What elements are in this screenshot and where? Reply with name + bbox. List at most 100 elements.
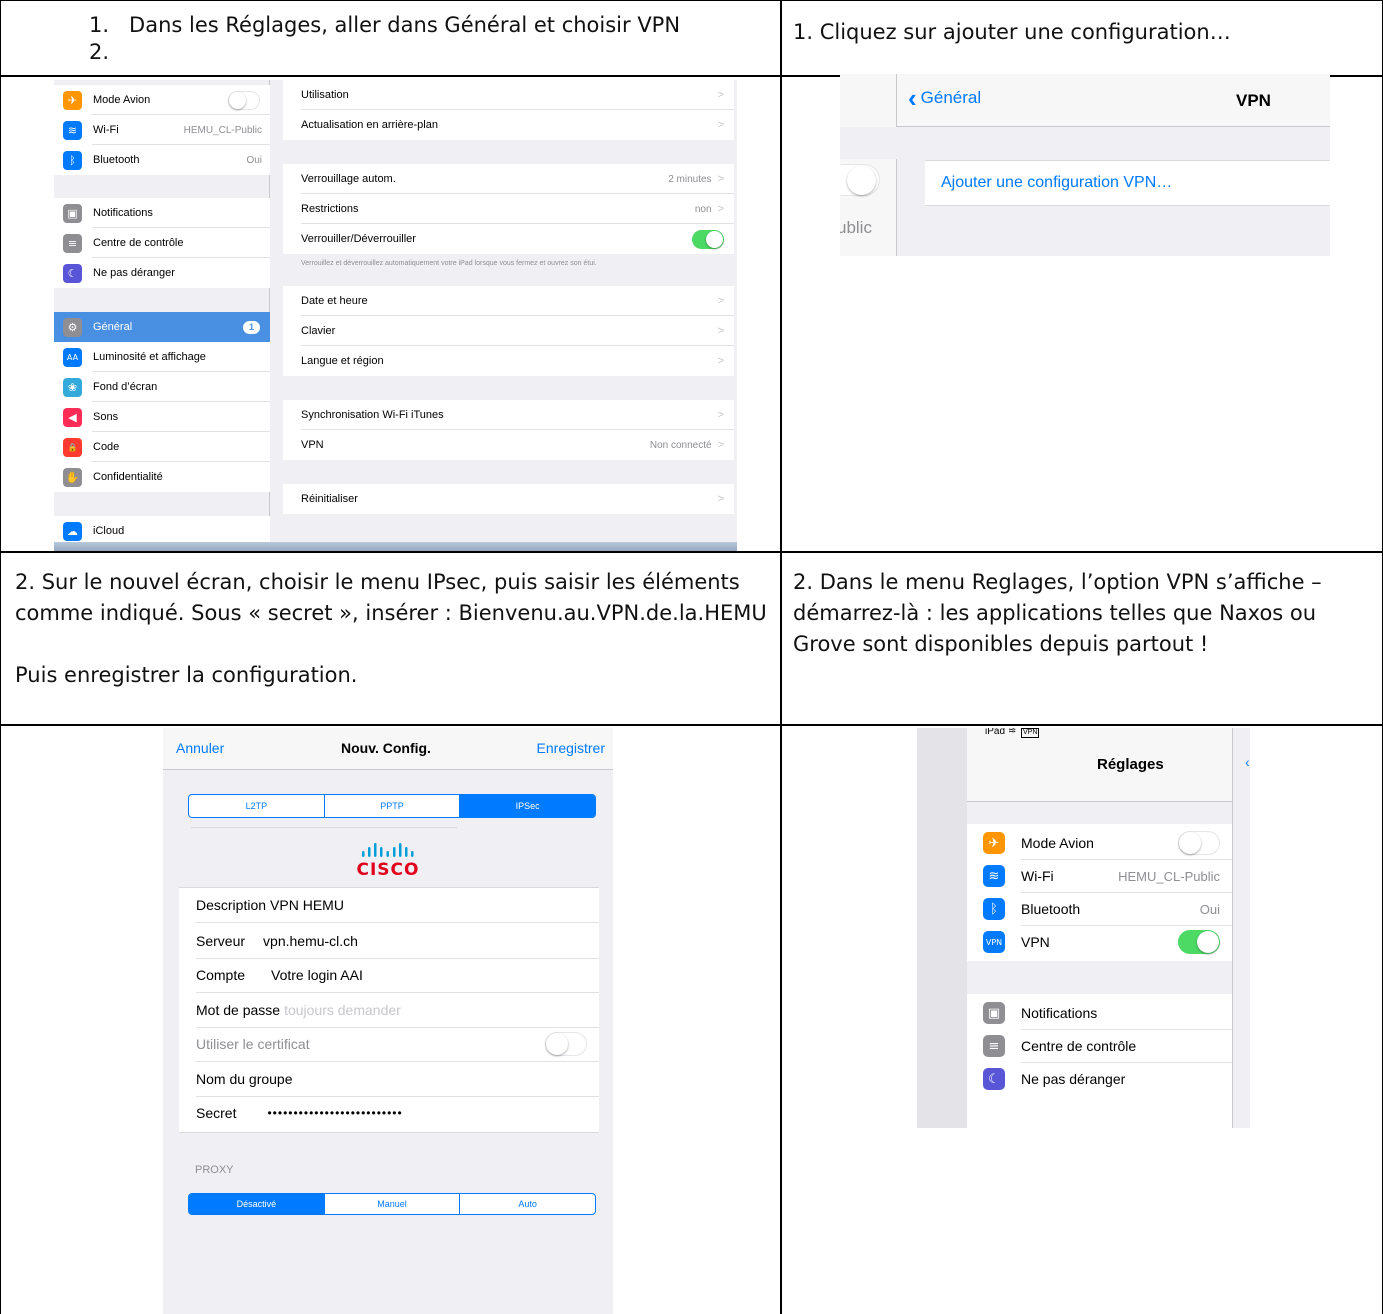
sidebar-item-mode-avion[interactable]: ✈ Mode Avion [54, 85, 270, 115]
caption-ipsec-instructions: 2. Sur le nouvel écran, choisir le menu … [15, 570, 767, 625]
sidebar-item-label: Sons [93, 411, 119, 423]
vpn-icon: VPN [983, 931, 1005, 953]
settings-row-utilisation[interactable]: Utilisation > [283, 80, 734, 110]
row-label: Verrouiller/Déverrouiller [301, 233, 416, 245]
field-utiliser-le-certificat[interactable]: Utiliser le certificat [179, 1027, 599, 1061]
sidebar-item-centre-de-controle[interactable]: ≡ Centre de contrôle [54, 228, 270, 258]
toggle-on[interactable] [1178, 930, 1220, 954]
field-mot-de-passe[interactable]: Mot de passe toujours demander [179, 993, 599, 1027]
settings-row-bluetooth[interactable]: ᛒ Bluetooth Oui [967, 894, 1232, 924]
toggle-off[interactable] [545, 1032, 587, 1056]
left-panel-band [840, 127, 897, 159]
segment-ipsec[interactable]: IPSec [460, 795, 595, 817]
caption-add-config: 1. Cliquez sur ajouter une configuration… [793, 20, 1231, 44]
sidebar-item-bluetooth[interactable]: ᛒ Bluetooth Oui [54, 145, 270, 175]
field-label: Mot de passe [196, 1002, 281, 1018]
sidebar-item-label: Fond d’écran [93, 381, 158, 393]
field-label: Serveur [196, 933, 246, 949]
control-center-icon: ≡ [983, 1035, 1005, 1057]
settings-row-langue-et-region[interactable]: Langue et région > [283, 346, 734, 376]
divider-line [191, 827, 457, 828]
chevron-right-icon: > [717, 439, 724, 451]
nav-title: VPN [1236, 91, 1271, 110]
chevron-right-icon: > [717, 325, 724, 337]
caption-cell-top-right: 1. Cliquez sur ajouter une configuration… [780, 0, 1383, 77]
sidebar-item-code[interactable]: 🔒 Code [54, 432, 270, 462]
sidebar-item-label: Wi-Fi [93, 124, 119, 136]
segment-l2tp[interactable]: L2TP [189, 795, 325, 817]
field-description[interactable]: Description VPN HEMU [179, 888, 599, 922]
caption-step-1: 1. Dans les Réglages, aller dans Général… [89, 13, 681, 37]
toggle-off[interactable] [228, 90, 260, 110]
settings-row-centre-de-controle[interactable]: ≡ Centre de contrôle [967, 1031, 1232, 1061]
save-button[interactable]: Enregistrer [537, 740, 605, 756]
field-serveur[interactable]: Serveur vpn.hemu-cl.ch [179, 924, 599, 958]
settings-row-notifications[interactable]: ▣ Notifications [967, 998, 1232, 1028]
sidebar-item-wi-fi[interactable]: ≋ Wi-Fi HEMU_CL-Public [54, 115, 270, 145]
sidebar-item-label: Mode Avion [93, 94, 151, 106]
row-separator [196, 922, 599, 923]
row-label: Centre de contrôle [1021, 1038, 1137, 1054]
settings-row-date-et-heure[interactable]: Date et heure > [283, 286, 734, 316]
bluetooth-icon: ᛒ [983, 898, 1005, 920]
field-nom-du-groupe[interactable]: Nom du groupe [179, 1062, 599, 1096]
sidebar-item-notifications[interactable]: ▣ Notifications [54, 198, 270, 228]
segment-pptp[interactable]: PPTP [325, 795, 461, 817]
field-label: Description [196, 897, 267, 913]
wallpaper-icon: ❀ [63, 377, 82, 397]
settings-row-clavier[interactable]: Clavier > [283, 316, 734, 346]
settings-row-vpn[interactable]: VPN VPN [967, 927, 1232, 957]
sidebar-item-confidentialite[interactable]: ✋ Confidentialité [54, 462, 270, 492]
screenshot-vpn-screen: ublic ‹ Général VPN Ajouter une configur… [840, 74, 1330, 256]
sidebar-item-label: Ne pas déranger [93, 267, 175, 279]
general-pane: Utilisation > Actualisation en arrière-pla… [271, 80, 737, 552]
settings-row-wi-fi[interactable]: ≋ Wi-Fi HEMU_CL-Public [967, 861, 1232, 891]
settings-row-verrouillage-autom[interactable]: Verrouillage autom. 2 minutes > [283, 164, 734, 194]
toggle-on[interactable] [692, 229, 724, 249]
segment-manuel[interactable]: Manuel [325, 1194, 461, 1214]
sidebar-item-fond-d-ecran[interactable]: ❀ Fond d’écran [54, 372, 270, 402]
field-value: •••••••••••••••••••••••••• [267, 1106, 403, 1120]
wifi-icon: ≋ [63, 120, 82, 140]
field-compte[interactable]: Compte Votre login AAI [179, 958, 599, 992]
field-secret[interactable]: Secret •••••••••••••••••••••••••• [179, 1096, 599, 1130]
sidebar-item-value: Oui [246, 154, 262, 166]
add-config-row[interactable]: Ajouter une configuration VPN… [925, 160, 1330, 206]
caption-cell-top-left: 1. Dans les Réglages, aller dans Général… [0, 0, 782, 77]
settings-row-restrictions[interactable]: Restrictions non > [283, 194, 734, 224]
row-value: non [694, 203, 712, 215]
notifications-icon: ▣ [63, 203, 82, 223]
sidebar-item-label: Confidentialité [93, 471, 163, 483]
row-value: Non connecté [649, 439, 712, 451]
settings-row-reinitialiser[interactable]: Réinitialiser > [283, 484, 734, 514]
add-config-link[interactable]: Ajouter une configuration VPN… [941, 174, 1172, 192]
settings-row-vpn[interactable]: VPN Non connecté > [283, 430, 734, 460]
chevron-left-icon: ‹ [908, 83, 917, 113]
back-button[interactable]: ‹ Général [908, 83, 981, 113]
segment-desactive[interactable]: Désactivé [189, 1194, 325, 1214]
icloud-icon: ☁ [63, 521, 82, 541]
settings-row-synchronisation-wi-fi-itunes[interactable]: Synchronisation Wi-Fi iTunes > [283, 400, 734, 430]
control-center-icon: ≡ [63, 233, 82, 253]
toggle-off[interactable] [1178, 831, 1220, 855]
sidebar-item-general[interactable]: ⚙ Général 1 [54, 312, 270, 342]
toggle-knob [1179, 832, 1201, 854]
settings-row-mode-avion[interactable]: ✈ Mode Avion [967, 828, 1232, 858]
sidebar-item-luminosite-et-affichage[interactable]: AA Luminosité et affichage [54, 342, 270, 372]
row-label: Ne pas déranger [1021, 1071, 1126, 1087]
moon-icon: ☾ [63, 263, 82, 283]
sidebar-item-label: Général [93, 321, 133, 333]
row-label: Wi-Fi [1021, 868, 1054, 884]
settings-row-verrouiller-deverrouiller[interactable]: Verrouiller/Déverrouiller [283, 224, 734, 254]
settings-row-actualisation-en-arriere-plan[interactable]: Actualisation en arrière-plan > [283, 110, 734, 140]
sidebar-item-sons[interactable]: ◀ Sons [54, 402, 270, 432]
toggle-knob [1197, 931, 1219, 953]
cancel-button[interactable]: Annuler [176, 740, 224, 756]
sidebar-item-ne-pas-deranger[interactable]: ☾ Ne pas déranger [54, 258, 270, 288]
segment-auto[interactable]: Auto [460, 1194, 595, 1214]
row-value: 2 minutes [668, 173, 712, 185]
settings-row-ne-pas-deranger[interactable]: ☾ Ne pas déranger [967, 1064, 1232, 1094]
row-label: Notifications [1021, 1005, 1098, 1021]
field-label: Compte [196, 967, 246, 983]
proxy-segmented-control: Désactivé Manuel Auto [188, 1193, 596, 1215]
